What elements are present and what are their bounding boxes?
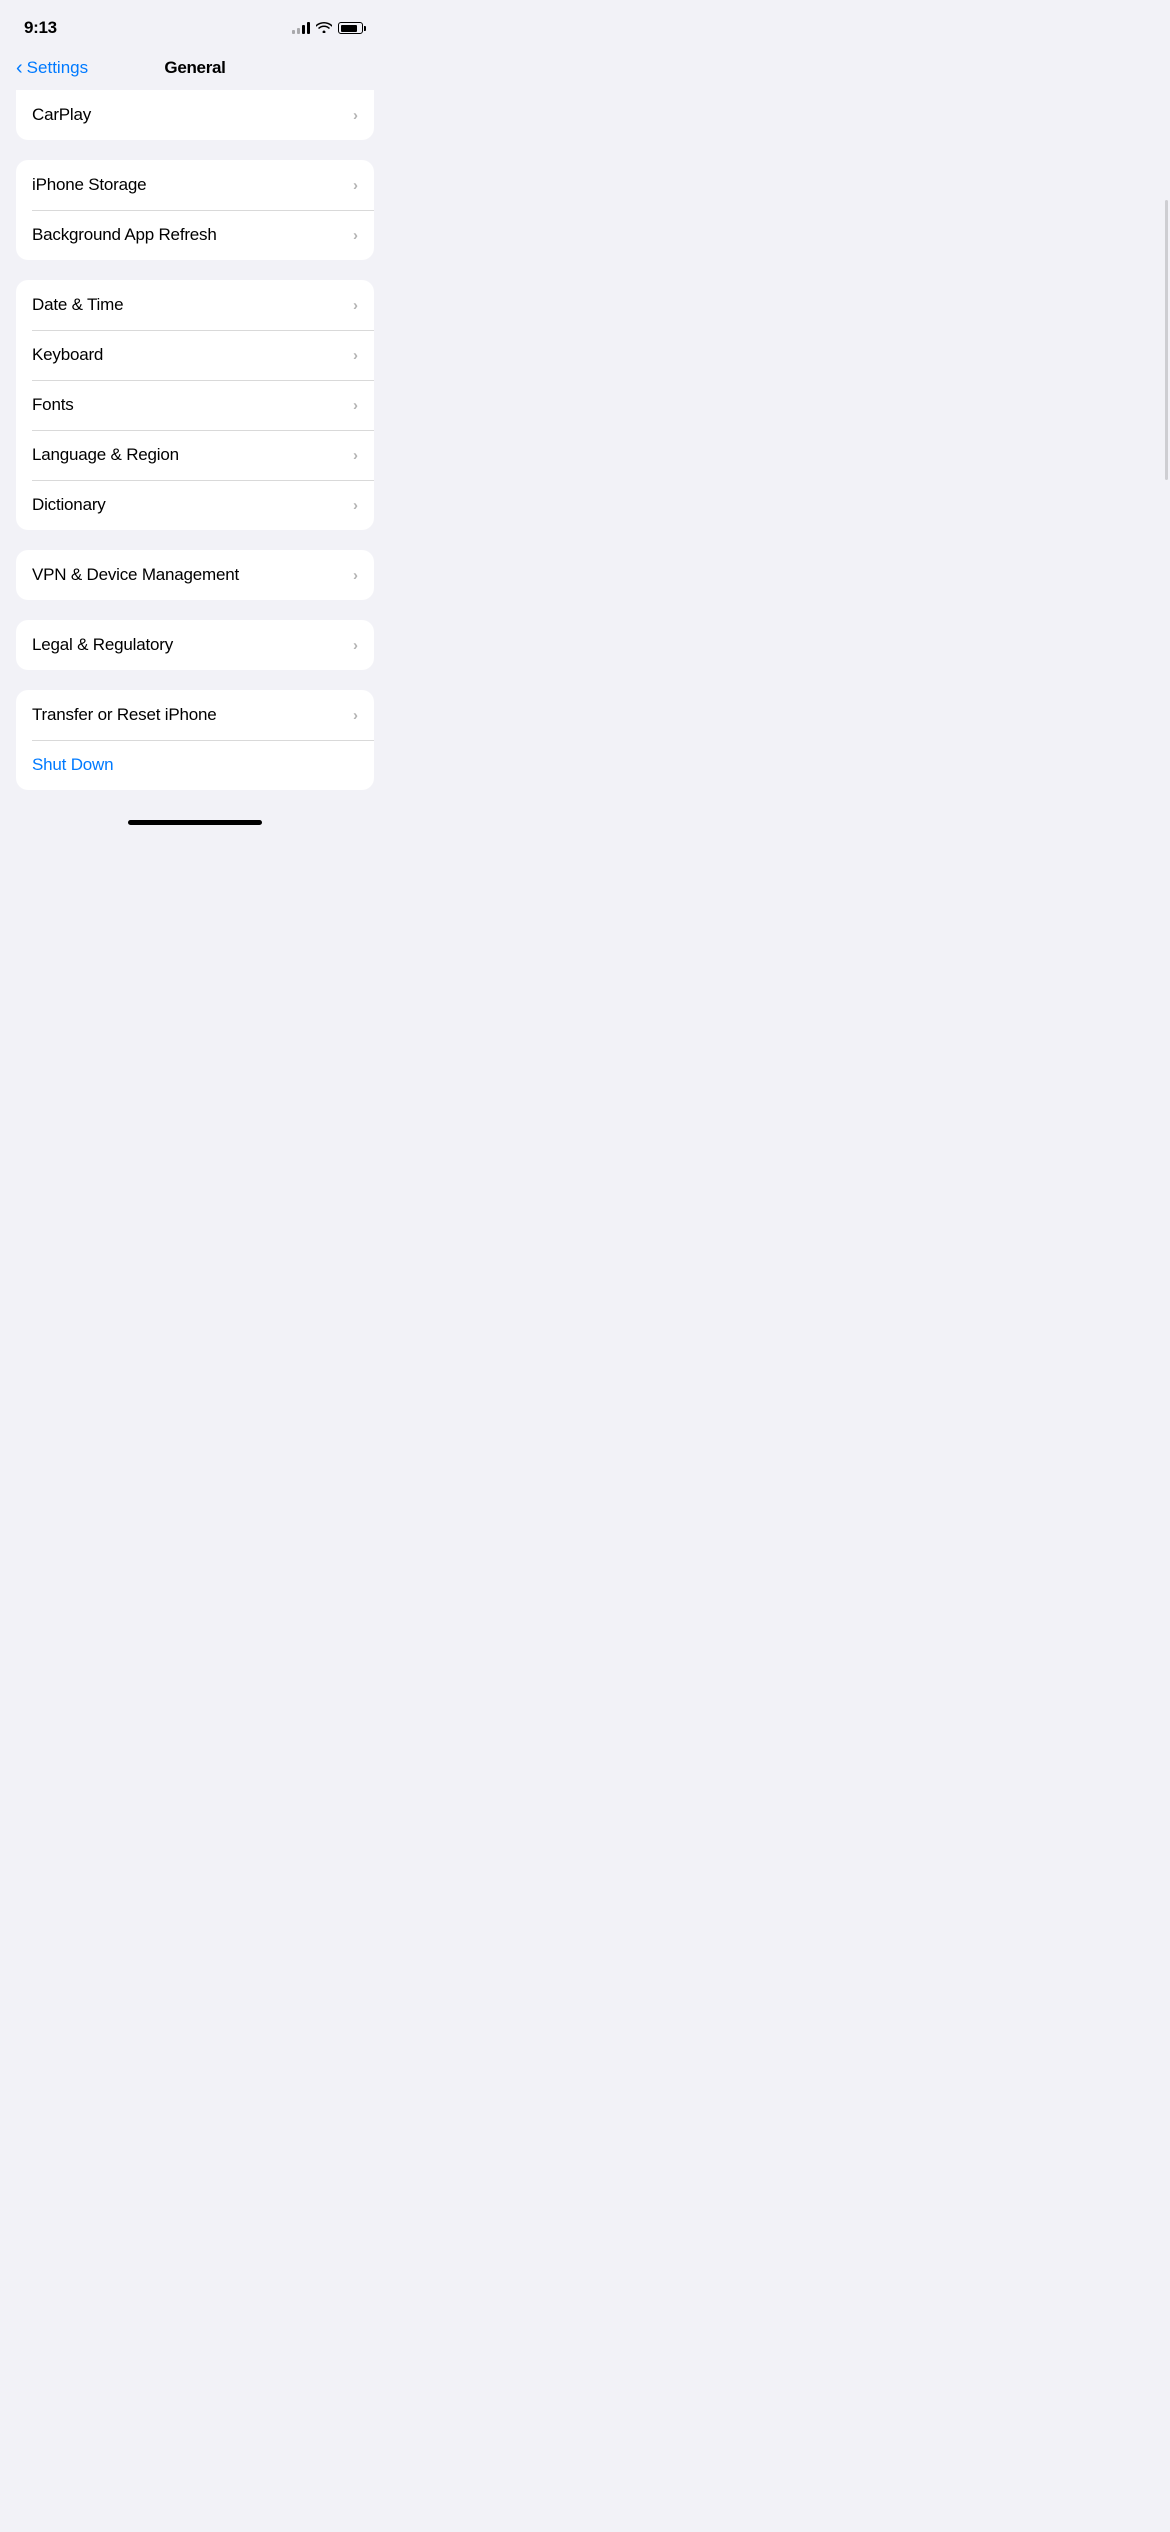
settings-item-date-time[interactable]: Date & Time › <box>16 280 374 330</box>
chevron-right-icon: › <box>353 107 358 124</box>
back-label: Settings <box>27 58 88 78</box>
nav-bar: ‹ Settings General <box>0 50 390 90</box>
chevron-right-icon: › <box>353 227 358 244</box>
chevron-right-icon: › <box>353 347 358 364</box>
settings-item-background-app-refresh[interactable]: Background App Refresh › <box>16 210 374 260</box>
scrollbar[interactable] <box>1165 200 1168 480</box>
settings-item-fonts[interactable]: Fonts › <box>16 380 374 430</box>
legal-regulatory-label: Legal & Regulatory <box>32 635 173 655</box>
status-bar: 9:13 <box>0 0 390 50</box>
chevron-right-icon: › <box>353 637 358 654</box>
fonts-label: Fonts <box>32 395 74 415</box>
home-indicator <box>0 810 390 833</box>
chevron-right-icon: › <box>353 707 358 724</box>
home-bar <box>128 820 262 825</box>
chevron-right-icon: › <box>353 497 358 514</box>
chevron-right-icon: › <box>353 297 358 314</box>
shut-down-label: Shut Down <box>32 755 113 775</box>
settings-item-keyboard[interactable]: Keyboard › <box>16 330 374 380</box>
chevron-right-icon: › <box>353 177 358 194</box>
settings-item-shut-down[interactable]: Shut Down <box>16 740 374 790</box>
date-time-label: Date & Time <box>32 295 123 315</box>
settings-content: CarPlay › iPhone Storage › Background Ap… <box>0 90 390 790</box>
status-icons <box>292 21 366 36</box>
chevron-right-icon: › <box>353 397 358 414</box>
background-app-refresh-label: Background App Refresh <box>32 225 217 245</box>
reset-group: Transfer or Reset iPhone › Shut Down <box>16 690 374 790</box>
page-title: General <box>164 58 225 78</box>
settings-item-iphone-storage[interactable]: iPhone Storage › <box>16 160 374 210</box>
settings-item-vpn-device-management[interactable]: VPN & Device Management › <box>16 550 374 600</box>
wifi-icon <box>316 21 332 36</box>
settings-item-legal-regulatory[interactable]: Legal & Regulatory › <box>16 620 374 670</box>
settings-item-carplay[interactable]: CarPlay › <box>16 90 374 140</box>
battery-icon <box>338 22 366 34</box>
chevron-right-icon: › <box>353 447 358 464</box>
status-time: 9:13 <box>24 18 57 38</box>
transfer-reset-label: Transfer or Reset iPhone <box>32 705 217 725</box>
language-region-label: Language & Region <box>32 445 179 465</box>
dictionary-label: Dictionary <box>32 495 106 515</box>
vpn-group: VPN & Device Management › <box>16 550 374 600</box>
back-chevron-icon: ‹ <box>16 58 23 78</box>
back-button[interactable]: ‹ Settings <box>16 58 88 78</box>
chevron-right-icon: › <box>353 567 358 584</box>
settings-item-dictionary[interactable]: Dictionary › <box>16 480 374 530</box>
storage-group: iPhone Storage › Background App Refresh … <box>16 160 374 260</box>
settings-item-language-region[interactable]: Language & Region › <box>16 430 374 480</box>
locale-group: Date & Time › Keyboard › Fonts › Languag… <box>16 280 374 530</box>
legal-group: Legal & Regulatory › <box>16 620 374 670</box>
vpn-device-management-label: VPN & Device Management <box>32 565 239 585</box>
signal-icon <box>292 22 310 34</box>
carplay-group: CarPlay › <box>16 90 374 140</box>
iphone-storage-label: iPhone Storage <box>32 175 146 195</box>
keyboard-label: Keyboard <box>32 345 103 365</box>
settings-item-transfer-reset[interactable]: Transfer or Reset iPhone › <box>16 690 374 740</box>
carplay-label: CarPlay <box>32 105 91 125</box>
